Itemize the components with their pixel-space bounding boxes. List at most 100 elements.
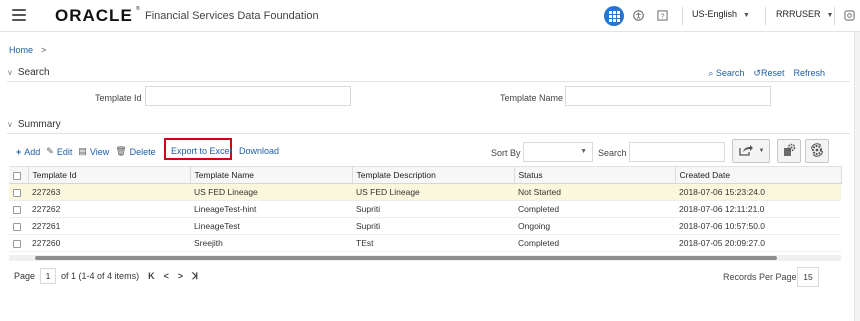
table-row[interactable]: 227262 LineageTest-hint Supriti Complete… (9, 200, 841, 218)
gear-icon (782, 143, 796, 159)
records-per-page-input[interactable]: 15 (797, 267, 819, 287)
add-button[interactable]: + Add (16, 147, 40, 157)
cell-created-date: 2018-07-06 15:23:24.0 (675, 183, 841, 201)
template-id-input[interactable] (145, 86, 351, 106)
cell-status: Ongoing (514, 217, 675, 235)
gear-icon[interactable] (843, 9, 855, 21)
view-label: View (89, 146, 110, 157)
table-header-row: Template Id Template Name Template Descr… (9, 166, 842, 184)
edit-button[interactable]: ✎ Edit (46, 146, 72, 157)
breadcrumb-home[interactable]: Home (9, 45, 33, 55)
cell-created-date: 2018-07-06 10:57:50.0 (675, 217, 841, 235)
cell-template-name: LineageTest (190, 217, 352, 235)
download-button[interactable]: Download (239, 146, 279, 156)
reset-icon: ↺ (753, 68, 761, 78)
template-name-input[interactable] (565, 86, 771, 106)
cell-status: Not Started (514, 183, 675, 201)
row-checkbox[interactable] (13, 188, 21, 197)
trash-icon: 🗑 (115, 146, 127, 156)
help-icon[interactable]: ? (656, 9, 668, 21)
cell-template-description: Supriti (352, 217, 514, 235)
header-divider (834, 7, 835, 25)
search-section-toggle[interactable]: ∨ Search (7, 67, 50, 78)
summary-section-toggle[interactable]: ∨ Summary (7, 119, 61, 130)
table-row[interactable]: 227261 LineageTest Supriti Ongoing 2018-… (9, 217, 841, 235)
templates-grid: Template Id Template Name Template Descr… (9, 166, 842, 252)
cell-template-description: Supriti (352, 200, 514, 218)
user-name: RRRUSER (776, 9, 821, 19)
page-info: of 1 (1-4 of 4 items) (61, 271, 140, 281)
search-link-label: Search (715, 68, 745, 78)
row-select-cell (9, 183, 28, 201)
sort-by-select[interactable]: ▼ (523, 142, 593, 162)
cell-template-id: 227262 (28, 200, 190, 218)
cell-template-id: 227261 (28, 217, 190, 235)
apps-grid-icon[interactable] (604, 6, 624, 26)
records-per-page-label: Records Per Page (723, 272, 797, 282)
column-header-created-date[interactable]: Created Date (675, 166, 842, 184)
row-checkbox[interactable] (13, 205, 21, 214)
add-label: Add (24, 146, 41, 157)
first-page-icon[interactable]: K (148, 271, 155, 281)
accessibility-icon[interactable] (632, 9, 644, 21)
section-divider (7, 81, 850, 82)
previous-page-icon[interactable]: < (164, 271, 169, 281)
delete-button[interactable]: 🗑 Delete (115, 146, 155, 157)
plus-icon: + (16, 146, 22, 157)
scrollbar-thumb[interactable] (35, 256, 777, 260)
reset-link-label: Reset (760, 68, 785, 78)
sort-by-label: Sort By (491, 148, 521, 158)
reset-link[interactable]: ↺Reset (753, 68, 784, 79)
language-selector[interactable]: US-English ▼ (692, 9, 750, 19)
last-page-icon[interactable]: ꓘ (192, 271, 198, 282)
gear-refresh-icon (810, 143, 824, 159)
export-menu-button[interactable]: ▼ (732, 139, 770, 163)
select-all-checkbox[interactable] (13, 171, 21, 180)
breadcrumb-separator: > (41, 45, 47, 55)
template-name-label: Template Name (500, 93, 564, 103)
column-header-template-description[interactable]: Template Description (352, 166, 515, 184)
breadcrumb: Home > (9, 45, 46, 55)
search-link[interactable]: ⌕ Search (708, 68, 744, 79)
next-page-icon[interactable]: > (178, 271, 183, 281)
table-row[interactable]: 227263 US FED Lineage US FED Lineage Not… (9, 183, 841, 201)
page-number-input[interactable]: 1 (40, 268, 57, 284)
grid-horizontal-scrollbar[interactable] (9, 255, 841, 261)
cell-template-id: 227263 (28, 183, 190, 201)
cell-template-name: Sreejith (190, 234, 352, 252)
cell-template-name: US FED Lineage (190, 183, 352, 201)
cell-template-name: LineageTest-hint (190, 200, 352, 218)
document-icon: ▤ (78, 146, 87, 156)
view-button[interactable]: ▤ View (78, 146, 109, 157)
hamburger-icon[interactable] (12, 9, 26, 21)
cell-template-id: 227260 (28, 234, 190, 252)
cell-status: Completed (514, 234, 675, 252)
header-divider (682, 7, 683, 25)
cell-created-date: 2018-07-06 12:11:21.0 (675, 200, 841, 218)
column-settings-button[interactable] (777, 139, 801, 163)
page-label: Page (14, 271, 36, 281)
grid-search-input[interactable] (629, 142, 725, 162)
column-header-status[interactable]: Status (514, 166, 676, 184)
search-icon: ⌕ (708, 68, 714, 78)
cell-template-description: US FED Lineage (352, 183, 514, 201)
row-checkbox[interactable] (13, 239, 21, 248)
column-header-template-id[interactable]: Template Id (28, 166, 191, 184)
table-row[interactable]: 227260 Sreejith TEst Completed 2018-07-0… (9, 234, 841, 252)
export-to-excel-button[interactable]: Export to Excel (171, 146, 232, 156)
registered-mark: ® (136, 6, 140, 12)
chevron-down-icon: ∨ (7, 120, 13, 129)
edit-label: Edit (56, 146, 73, 157)
language-label: US-English (692, 9, 738, 19)
chevron-down-icon: ▼ (743, 12, 750, 19)
page-scrollbar[interactable] (854, 32, 860, 321)
chevron-down-icon: ▼ (826, 12, 834, 19)
column-header-template-name[interactable]: Template Name (190, 166, 353, 184)
refresh-settings-button[interactable] (805, 139, 829, 163)
user-menu[interactable]: RRRUSER ▼ (776, 9, 833, 19)
search-actions: ⌕ Search ↺Reset Refresh (708, 68, 825, 79)
refresh-link[interactable]: Refresh (793, 68, 825, 79)
section-divider (7, 133, 850, 134)
cell-template-description: TEst (352, 234, 514, 252)
row-checkbox[interactable] (13, 222, 21, 231)
